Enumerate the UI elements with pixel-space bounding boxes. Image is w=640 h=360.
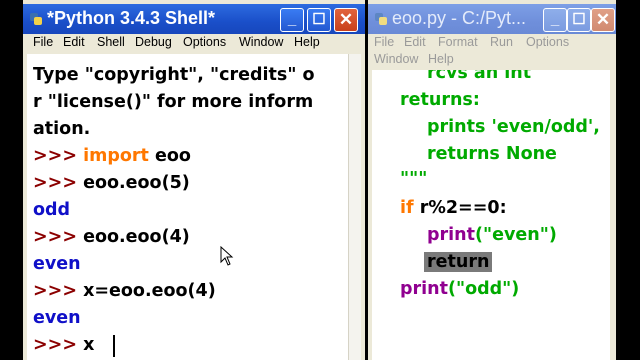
print-builtin: print [400, 279, 448, 299]
shell-window[interactable]: *Python 3.4.3 Shell* _ ☐ ✕ File Edit She… [23, 0, 365, 360]
shell-title: *Python 3.4.3 Shell* [47, 8, 216, 28]
shell-titlebar[interactable]: *Python 3.4.3 Shell* _ ☐ ✕ [23, 4, 365, 34]
shell-output-even: even [33, 254, 81, 274]
close-icon: ✕ [595, 10, 611, 29]
code-return-line: return [424, 251, 493, 273]
editor-titlebar[interactable]: eoo.py - C:/Pyt... _ ☐ ✕ [368, 4, 616, 34]
prompt: >>> [33, 227, 77, 247]
close-button[interactable]: ✕ [334, 8, 358, 32]
shell-output-even-2: even [33, 308, 81, 328]
code-print-even: print("even") [427, 225, 557, 245]
intro-line-1: Type "copyright", "credits" o [33, 65, 315, 85]
text-cursor [113, 335, 115, 357]
menu-edit[interactable]: Edit [63, 35, 85, 49]
maximize-button[interactable]: ☐ [307, 8, 331, 32]
print-builtin: print [427, 225, 475, 245]
shell-line-assign: >>> x=eoo.eoo(4) [33, 281, 216, 301]
editor-title: eoo.py - C:/Pyt... [392, 8, 527, 28]
menu-help[interactable]: Help [294, 35, 320, 49]
shell-text-area[interactable]: Type "copyright", "credits" o r "license… [27, 54, 349, 360]
prompt: >>> [33, 146, 77, 166]
import-keyword: import [83, 146, 149, 166]
shell-line-call-4: >>> eoo.eoo(4) [33, 227, 190, 247]
shell-output-odd: odd [33, 200, 71, 220]
prompt: >>> [33, 281, 77, 301]
editor-menu-format[interactable]: Format [438, 35, 478, 49]
editor-window[interactable]: eoo.py - C:/Pyt... _ ☐ ✕ File Edit Forma… [368, 0, 616, 360]
maximize-icon: ☐ [572, 11, 586, 28]
editor-menu-window[interactable]: Window [374, 52, 418, 66]
return-keyword-selected: return [424, 252, 493, 272]
editor-menu-help[interactable]: Help [428, 52, 454, 66]
shell-line-call-5: >>> eoo.eoo(5) [33, 173, 190, 193]
if-keyword: if [400, 198, 414, 218]
prompt: >>> [33, 335, 77, 355]
prompt: >>> [33, 173, 77, 193]
minimize-button[interactable]: _ [280, 8, 304, 32]
menu-file[interactable]: File [33, 35, 53, 49]
menu-options[interactable]: Options [183, 35, 226, 49]
editor-menu-edit[interactable]: Edit [404, 35, 426, 49]
python-icon [30, 13, 42, 25]
menu-debug[interactable]: Debug [135, 35, 172, 49]
editor-menu-options[interactable]: Options [526, 35, 569, 49]
editor-maximize-button[interactable]: ☐ [567, 8, 591, 32]
editor-close-button[interactable]: ✕ [591, 8, 615, 32]
maximize-icon: ☐ [312, 11, 326, 28]
editor-menu-run[interactable]: Run [490, 35, 513, 49]
editor-minimize-button[interactable]: _ [543, 8, 567, 32]
shell-line-import: >>> import eoo [33, 146, 191, 166]
shell-line-x: >>> x [33, 335, 95, 355]
menu-window[interactable]: Window [239, 35, 283, 49]
minimize-icon: _ [287, 11, 297, 28]
minimize-icon: _ [550, 11, 560, 28]
shell-scrollbar[interactable] [348, 54, 361, 360]
python-icon [375, 13, 387, 25]
editor-text-area[interactable]: rcvs an int returns: prints 'even/odd', … [372, 70, 610, 360]
docstring-line-2: returns: [400, 90, 480, 110]
code-print-odd: print("odd") [400, 279, 520, 299]
mouse-pointer-icon [220, 246, 234, 266]
close-icon: ✕ [338, 10, 354, 29]
editor-menu-file[interactable]: File [374, 35, 394, 49]
menu-shell[interactable]: Shell [97, 35, 125, 49]
intro-line-2: r "license()" for more inform [33, 92, 314, 112]
intro-line-3: ation. [33, 119, 91, 139]
docstring-line-1: rcvs an int [427, 70, 532, 83]
code-if-line: if r%2==0: [400, 198, 507, 218]
docstring-close: """ [400, 169, 428, 189]
docstring-line-4: returns None [427, 144, 557, 164]
docstring-line-3: prints 'even/odd', [427, 117, 600, 137]
